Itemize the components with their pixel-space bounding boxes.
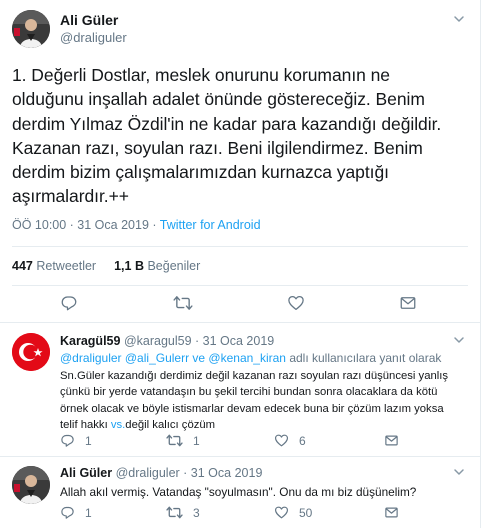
retweets-label[interactable]: Retweetler bbox=[36, 259, 96, 273]
retweets-count[interactable]: 447 bbox=[12, 259, 33, 273]
message-button[interactable] bbox=[399, 294, 417, 312]
tweet-line: derdim bizim çalışmalarımızdan kurnazca … bbox=[12, 162, 389, 183]
like-button[interactable] bbox=[287, 294, 305, 312]
like-button[interactable]: 6 bbox=[274, 433, 306, 448]
reply-author-handle[interactable]: @draliguler bbox=[116, 466, 180, 480]
reply-to-line: @draliguler @ali_Gulerr ve @kenan_kiran … bbox=[60, 351, 441, 365]
reply-to-mentions[interactable]: @draliguler @ali_Gulerr ve @kenan_kiran bbox=[60, 351, 286, 365]
reply-avatar[interactable] bbox=[12, 466, 50, 504]
tweet-line: Kazanan razı, soyulan razı. Beni ilgilen… bbox=[12, 137, 423, 158]
reply-date[interactable]: · 31 Oca 2019 bbox=[183, 466, 262, 480]
message-button[interactable] bbox=[384, 433, 399, 448]
reply-tweet[interactable]: Ali Güler @draliguler · 31 Oca 2019 Alla… bbox=[0, 457, 480, 528]
reply-line-end: değil kalıcı çözüm bbox=[125, 419, 216, 432]
retweet-icon bbox=[166, 434, 183, 447]
reply-text: Sn.Güler kazandığı derdimiz değil kazana… bbox=[60, 368, 470, 434]
heart-icon bbox=[274, 506, 289, 519]
envelope-icon bbox=[385, 507, 398, 518]
tweet-line: olduğunu inşallah adalet önünde gösterec… bbox=[12, 89, 425, 110]
tweet-line: 1. Değerli Dostlar, meslek onurunu korum… bbox=[12, 65, 390, 85]
author-avatar[interactable] bbox=[12, 10, 50, 48]
reply-line: örnek olacak ve böyle istismarlar devam … bbox=[60, 402, 444, 415]
reply-date[interactable]: · 31 Oca 2019 bbox=[195, 334, 274, 348]
reply-avatar[interactable] bbox=[12, 333, 50, 371]
reply-button[interactable]: 1 bbox=[60, 505, 92, 520]
chevron-down-icon[interactable] bbox=[452, 12, 466, 26]
retweet-icon bbox=[166, 506, 183, 519]
message-button[interactable] bbox=[384, 505, 399, 520]
chevron-down-icon[interactable] bbox=[452, 333, 466, 347]
divider bbox=[12, 285, 468, 286]
retweet-button[interactable]: 1 bbox=[166, 433, 200, 448]
reply-author-name[interactable]: Ali Güler bbox=[60, 466, 112, 480]
divider bbox=[12, 246, 468, 247]
retweet-button[interactable] bbox=[173, 294, 193, 312]
retweet-icon bbox=[173, 296, 193, 310]
likes-count[interactable]: 1,1 B bbox=[114, 259, 144, 273]
reply-icon bbox=[61, 506, 74, 519]
heart-icon bbox=[288, 295, 304, 311]
reply-author[interactable]: Karagül59 @karagul59 · 31 Oca 2019 bbox=[60, 334, 274, 348]
reply-author-name[interactable]: Karagül59 bbox=[60, 334, 120, 348]
tweet-meta: ÖÖ 10:00 · 31 Oca 2019 · Twitter for And… bbox=[12, 218, 261, 232]
like-count: 6 bbox=[299, 433, 306, 448]
envelope-icon bbox=[385, 435, 398, 446]
heart-icon bbox=[274, 434, 289, 447]
reply-line: telif hakkı vs.değil kalıcı çözüm bbox=[60, 417, 470, 433]
tweet-source[interactable]: Twitter for Android bbox=[160, 218, 261, 232]
tweet-actions bbox=[0, 294, 480, 314]
tweet-timestamp[interactable]: ÖÖ 10:00 · 31 Oca 2019 · bbox=[12, 218, 160, 232]
retweet-count: 1 bbox=[193, 433, 200, 448]
reply-button[interactable]: 1 bbox=[60, 433, 92, 448]
reply-author-handle[interactable]: @karagul59 bbox=[124, 334, 192, 348]
reply-count: 1 bbox=[85, 433, 92, 448]
reply-count: 1 bbox=[85, 505, 92, 520]
reply-line-start: telif hakkı bbox=[60, 419, 111, 432]
reply-tweet[interactable]: Karagül59 @karagul59 · 31 Oca 2019 @dral… bbox=[0, 323, 480, 456]
reply-actions: 1 1 6 bbox=[0, 433, 480, 453]
tweet-line: derdim Yılmaz Özdil'in ne kadar para kaz… bbox=[12, 113, 442, 134]
reply-icon bbox=[61, 434, 74, 447]
retweet-count: 3 bbox=[193, 505, 200, 520]
reply-link[interactable]: vs. bbox=[111, 419, 125, 431]
author-handle[interactable]: @draliguler bbox=[60, 30, 127, 45]
like-button[interactable]: 50 bbox=[274, 505, 312, 520]
reply-icon bbox=[61, 296, 77, 311]
envelope-icon bbox=[400, 297, 416, 309]
reply-text: Allah akıl vermiş. Vatandaş "soyulmasın"… bbox=[60, 485, 417, 499]
likes-label[interactable]: Beğeniler bbox=[147, 259, 200, 273]
tweet-stats: 447 Retweetler 1,1 B Beğeniler bbox=[12, 259, 200, 273]
tweet-line: aşırmalardır.++ bbox=[12, 186, 129, 207]
chevron-down-icon[interactable] bbox=[452, 465, 466, 479]
like-count: 50 bbox=[299, 505, 313, 520]
author-name[interactable]: Ali Güler bbox=[60, 12, 118, 28]
reply-button[interactable] bbox=[60, 294, 78, 312]
reply-author[interactable]: Ali Güler @draliguler · 31 Oca 2019 bbox=[60, 466, 262, 480]
reply-to-suffix: adlı kullanıcılara yanıt olarak bbox=[285, 351, 442, 365]
tweet-text: 1. Değerli Dostlar, meslek onurunu korum… bbox=[12, 63, 472, 209]
reply-line: çünkü bir yerde vatandaşın bu şekil terc… bbox=[60, 386, 438, 399]
reply-line: Sn.Güler kazandığı derdimiz değil kazana… bbox=[60, 370, 449, 382]
retweet-button[interactable]: 3 bbox=[166, 505, 200, 520]
reply-actions: 1 3 50 bbox=[0, 505, 480, 525]
